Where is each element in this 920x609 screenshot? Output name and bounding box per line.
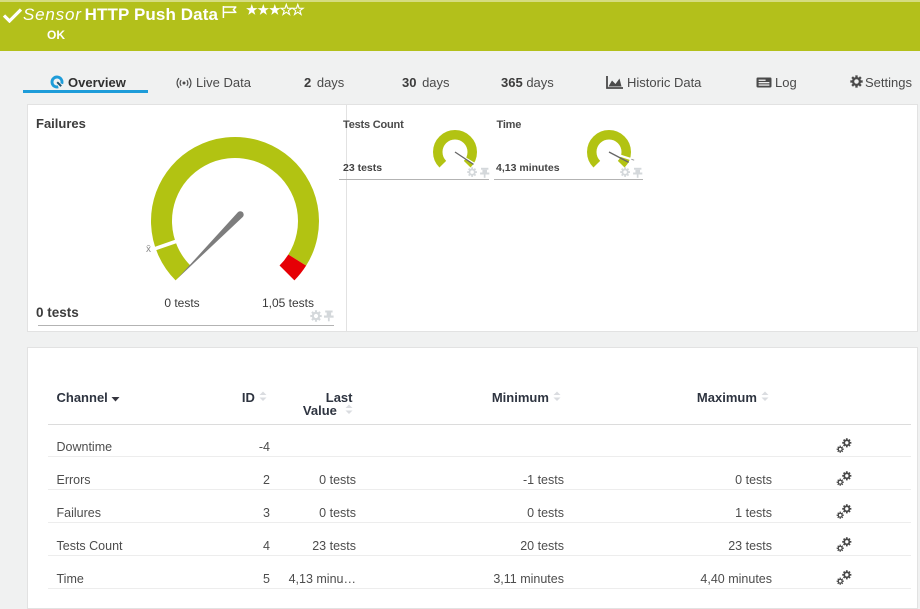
svg-text:1,05 tests: 1,05 tests bbox=[262, 296, 314, 310]
svg-text:0 tests: 0 tests bbox=[164, 296, 199, 310]
